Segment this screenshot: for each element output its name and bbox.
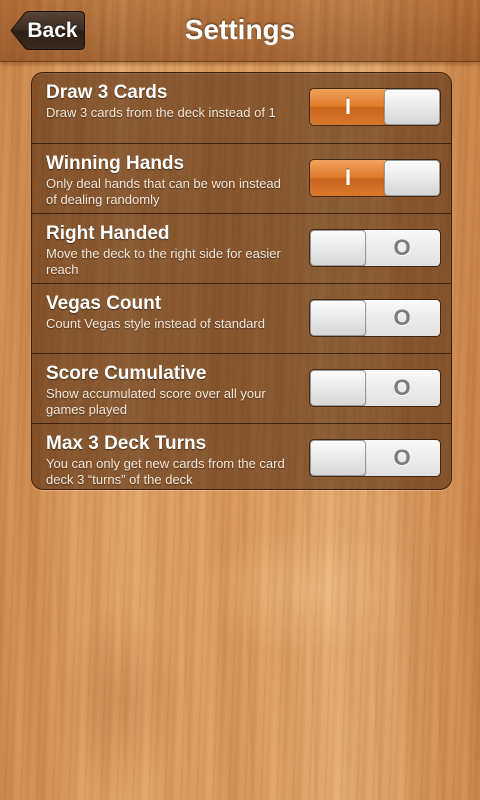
- back-button-label: Back: [27, 18, 78, 42]
- setting-row-right-handed: Right Handed Move the deck to the right …: [32, 213, 451, 283]
- toggle-thumb[interactable]: [310, 300, 366, 336]
- setting-row-vegas-count: Vegas Count Count Vegas style instead of…: [32, 283, 451, 353]
- setting-row-draw-3-cards: Draw 3 Cards Draw 3 cards from the deck …: [32, 73, 451, 143]
- setting-title: Right Handed: [46, 223, 170, 244]
- toggle-off-label: O: [364, 440, 440, 476]
- setting-toggle-draw-3-cards[interactable]: I O: [309, 88, 441, 126]
- toggle-on-label: I: [310, 160, 386, 196]
- setting-title: Max 3 Deck Turns: [46, 433, 207, 454]
- toggle-off-label: O: [364, 300, 440, 336]
- setting-toggle-winning-hands[interactable]: I O: [309, 159, 441, 197]
- setting-row-max-3-deck-turns: Max 3 Deck Turns You can only get new ca…: [32, 423, 451, 489]
- setting-toggle-right-handed[interactable]: I O: [309, 229, 441, 267]
- toggle-thumb[interactable]: [310, 440, 366, 476]
- setting-title: Winning Hands: [46, 153, 185, 174]
- setting-description: Only deal hands that can be won instead …: [46, 176, 281, 207]
- setting-toggle-score-cumulative[interactable]: I O: [309, 369, 441, 407]
- setting-row-winning-hands: Winning Hands Only deal hands that can b…: [32, 143, 451, 213]
- settings-panel: Draw 3 Cards Draw 3 cards from the deck …: [31, 72, 452, 490]
- toggle-thumb[interactable]: [310, 370, 366, 406]
- toggle-thumb[interactable]: [310, 230, 366, 266]
- setting-toggle-max-3-deck-turns[interactable]: I O: [309, 439, 441, 477]
- toggle-thumb[interactable]: [384, 89, 440, 125]
- setting-description: Move the deck to the right side for easi…: [46, 246, 281, 277]
- setting-description: Show accumulated score over all your gam…: [46, 386, 266, 417]
- toggle-off-label: O: [364, 230, 440, 266]
- setting-description: You can only get new cards from the card…: [46, 456, 285, 487]
- setting-title: Draw 3 Cards: [46, 82, 168, 103]
- setting-row-score-cumulative: Score Cumulative Show accumulated score …: [32, 353, 451, 423]
- setting-toggle-vegas-count[interactable]: I O: [309, 299, 441, 337]
- toggle-thumb[interactable]: [384, 160, 440, 196]
- toggle-off-label: O: [364, 370, 440, 406]
- setting-title: Score Cumulative: [46, 363, 207, 384]
- setting-title: Vegas Count: [46, 293, 162, 314]
- setting-description: Count Vegas style instead of standard: [46, 316, 265, 331]
- header-bar: Back Settings: [0, 0, 480, 62]
- setting-description: Draw 3 cards from the deck instead of 1: [46, 105, 276, 120]
- toggle-on-label: I: [310, 89, 386, 125]
